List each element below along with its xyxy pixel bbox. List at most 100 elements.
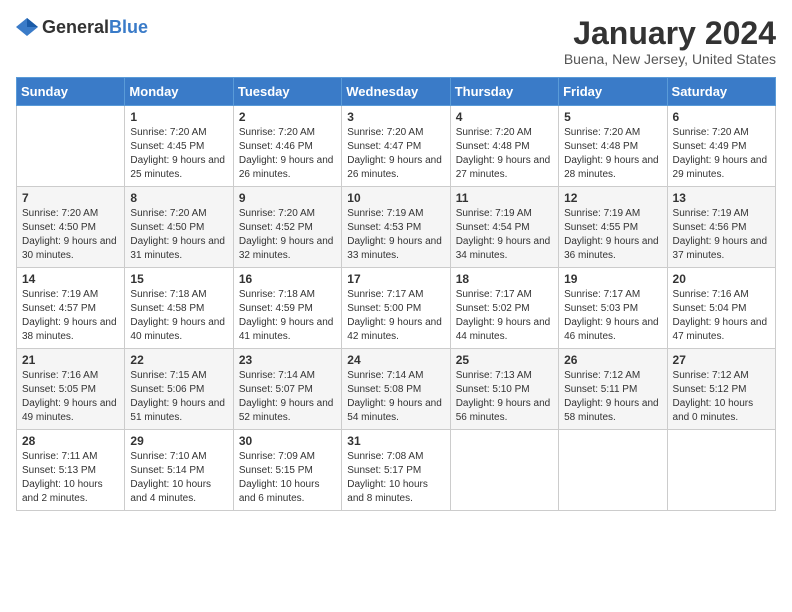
table-row: 4 Sunrise: 7:20 AMSunset: 4:48 PMDaylight… [450,106,558,187]
location-title: Buena, New Jersey, United States [564,51,776,67]
day-number: 10 [347,191,444,205]
page-header: GeneralBlue January 2024 Buena, New Jers… [16,16,776,67]
day-info: Sunrise: 7:20 AMSunset: 4:50 PMDaylight:… [22,207,119,263]
table-row: 11 Sunrise: 7:19 AMSunset: 4:54 PMDayligh… [450,187,558,268]
day-number: 16 [239,272,336,286]
header-wednesday: Wednesday [342,78,450,106]
header-friday: Friday [559,78,667,106]
day-info: Sunrise: 7:20 AMSunset: 4:45 PMDaylight:… [130,126,227,182]
day-number: 30 [239,434,336,448]
table-row: 1 Sunrise: 7:20 AMSunset: 4:45 PMDaylight… [125,106,233,187]
day-number: 5 [564,110,661,124]
header-saturday: Saturday [667,78,775,106]
day-number: 11 [456,191,553,205]
day-number: 22 [130,353,227,367]
table-row: 23 Sunrise: 7:14 AMSunset: 5:07 PMDayligh… [233,349,341,430]
logo: GeneralBlue [16,16,148,38]
table-row: 28 Sunrise: 7:11 AMSunset: 5:13 PMDayligh… [17,430,125,511]
day-info: Sunrise: 7:14 AMSunset: 5:07 PMDaylight:… [239,369,336,425]
day-info: Sunrise: 7:20 AMSunset: 4:50 PMDaylight:… [130,207,227,263]
calendar-week-row: 28 Sunrise: 7:11 AMSunset: 5:13 PMDayligh… [17,430,776,511]
day-info: Sunrise: 7:17 AMSunset: 5:02 PMDaylight:… [456,288,553,344]
header-thursday: Thursday [450,78,558,106]
table-row: 31 Sunrise: 7:08 AMSunset: 5:17 PMDayligh… [342,430,450,511]
header-monday: Monday [125,78,233,106]
day-number: 15 [130,272,227,286]
header-sunday: Sunday [17,78,125,106]
calendar-table: Sunday Monday Tuesday Wednesday Thursday… [16,77,776,511]
table-row: 22 Sunrise: 7:15 AMSunset: 5:06 PMDayligh… [125,349,233,430]
table-row: 29Sunrise: 7:10 AMSunset: 5:14 PMDayligh… [125,430,233,511]
day-info: Sunrise: 7:08 AMSunset: 5:17 PMDaylight:… [347,450,444,506]
table-row: 15 Sunrise: 7:18 AMSunset: 4:58 PMDayligh… [125,268,233,349]
day-info: Sunrise: 7:17 AMSunset: 5:03 PMDaylight:… [564,288,661,344]
calendar-header-row: Sunday Monday Tuesday Wednesday Thursday… [17,78,776,106]
day-number: 21 [22,353,119,367]
day-info: Sunrise: 7:19 AMSunset: 4:57 PMDaylight:… [22,288,119,344]
table-row: 20Sunrise: 7:16 AMSunset: 5:04 PMDayligh… [667,268,775,349]
table-row: 27Sunrise: 7:12 AMSunset: 5:12 PMDayligh… [667,349,775,430]
day-number: 18 [456,272,553,286]
logo-icon [16,16,38,38]
table-row: 3 Sunrise: 7:20 AMSunset: 4:47 PMDaylight… [342,106,450,187]
day-info: Sunrise: 7:20 AMSunset: 4:49 PMDaylight:… [673,126,770,182]
day-number: 6 [673,110,770,124]
day-info: Sunrise: 7:12 AMSunset: 5:11 PMDaylight:… [564,369,661,425]
table-row: 7 Sunrise: 7:20 AMSunset: 4:50 PMDaylight… [17,187,125,268]
table-row: 6 Sunrise: 7:20 AMSunset: 4:49 PMDaylight… [667,106,775,187]
table-row: 30Sunrise: 7:09 AMSunset: 5:15 PMDayligh… [233,430,341,511]
day-info: Sunrise: 7:16 AMSunset: 5:04 PMDaylight:… [673,288,770,344]
table-row: 14 Sunrise: 7:19 AMSunset: 4:57 PMDayligh… [17,268,125,349]
day-info: Sunrise: 7:15 AMSunset: 5:06 PMDaylight:… [130,369,227,425]
day-info: Sunrise: 7:19 AMSunset: 4:56 PMDaylight:… [673,207,770,263]
day-info: Sunrise: 7:19 AMSunset: 4:54 PMDaylight:… [456,207,553,263]
day-number: 2 [239,110,336,124]
table-row: 12Sunrise: 7:19 AMSunset: 4:55 PMDayligh… [559,187,667,268]
table-row: 9Sunrise: 7:20 AMSunset: 4:52 PMDaylight… [233,187,341,268]
day-number: 14 [22,272,119,286]
table-row: 26Sunrise: 7:12 AMSunset: 5:11 PMDayligh… [559,349,667,430]
month-title: January 2024 [564,16,776,51]
table-row: 16Sunrise: 7:18 AMSunset: 4:59 PMDayligh… [233,268,341,349]
day-number: 23 [239,353,336,367]
calendar-week-row: 1 Sunrise: 7:20 AMSunset: 4:45 PMDaylight… [17,106,776,187]
day-number: 27 [673,353,770,367]
day-number: 12 [564,191,661,205]
day-info: Sunrise: 7:20 AMSunset: 4:47 PMDaylight:… [347,126,444,182]
table-row: 2 Sunrise: 7:20 AMSunset: 4:46 PMDaylight… [233,106,341,187]
table-row: 19 Sunrise: 7:17 AMSunset: 5:03 PMDayligh… [559,268,667,349]
calendar-week-row: 7 Sunrise: 7:20 AMSunset: 4:50 PMDaylight… [17,187,776,268]
table-row: 18 Sunrise: 7:17 AMSunset: 5:02 PMDayligh… [450,268,558,349]
table-row: 21 Sunrise: 7:16 AMSunset: 5:05 PMDayligh… [17,349,125,430]
day-number: 1 [130,110,227,124]
logo-text: GeneralBlue [42,17,148,38]
table-row: 10Sunrise: 7:19 AMSunset: 4:53 PMDayligh… [342,187,450,268]
day-info: Sunrise: 7:20 AMSunset: 4:46 PMDaylight:… [239,126,336,182]
table-row: 17Sunrise: 7:17 AMSunset: 5:00 PMDayligh… [342,268,450,349]
table-row: 5 Sunrise: 7:20 AMSunset: 4:48 PMDaylight… [559,106,667,187]
table-row [667,430,775,511]
day-number: 7 [22,191,119,205]
day-number: 4 [456,110,553,124]
day-info: Sunrise: 7:11 AMSunset: 5:13 PMDaylight:… [22,450,119,506]
day-number: 3 [347,110,444,124]
day-number: 19 [564,272,661,286]
day-info: Sunrise: 7:20 AMSunset: 4:48 PMDaylight:… [456,126,553,182]
day-info: Sunrise: 7:18 AMSunset: 4:58 PMDaylight:… [130,288,227,344]
logo-blue: Blue [109,17,148,37]
day-info: Sunrise: 7:17 AMSunset: 5:00 PMDaylight:… [347,288,444,344]
day-number: 9 [239,191,336,205]
day-number: 8 [130,191,227,205]
table-row [17,106,125,187]
day-number: 25 [456,353,553,367]
day-info: Sunrise: 7:20 AMSunset: 4:48 PMDaylight:… [564,126,661,182]
day-number: 28 [22,434,119,448]
day-info: Sunrise: 7:16 AMSunset: 5:05 PMDaylight:… [22,369,119,425]
title-block: January 2024 Buena, New Jersey, United S… [564,16,776,67]
table-row: 24Sunrise: 7:14 AMSunset: 5:08 PMDayligh… [342,349,450,430]
calendar-week-row: 14 Sunrise: 7:19 AMSunset: 4:57 PMDayligh… [17,268,776,349]
day-number: 29 [130,434,227,448]
day-number: 31 [347,434,444,448]
header-tuesday: Tuesday [233,78,341,106]
day-number: 24 [347,353,444,367]
